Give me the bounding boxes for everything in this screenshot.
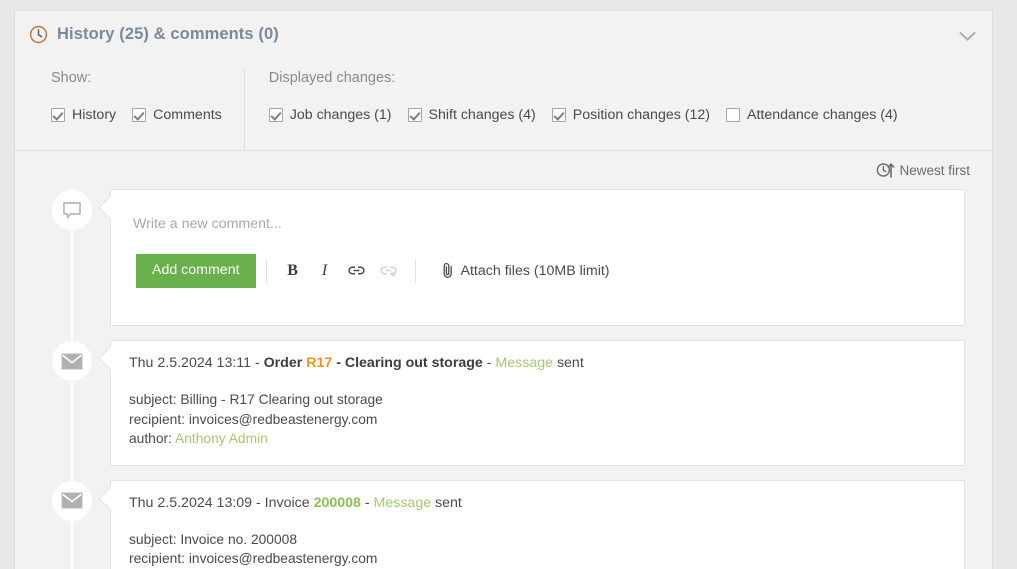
checkbox-job-changes-label: Job changes (1)	[289, 107, 392, 123]
checkbox-shift-changes-label: Shift changes (4)	[428, 107, 536, 123]
entry-message-link[interactable]: Message	[374, 495, 432, 511]
entry-timestamp: Thu 2.5.2024 13:09	[129, 494, 253, 511]
toolbar-divider-2	[414, 258, 416, 283]
entry-author-line: author: Anthony Admin	[129, 429, 946, 449]
checkbox-history-label: History	[72, 107, 117, 123]
checkbox-shift-changes-box[interactable]	[407, 108, 422, 122]
checkbox-comments[interactable]: Comments	[132, 107, 222, 123]
attach-files-button[interactable]: Attach files (10MB limit)	[442, 262, 610, 279]
sort-order-label: Newest first	[899, 162, 970, 178]
checkbox-comments-label: Comments	[153, 107, 222, 123]
displayed-changes-filter-group: Displayed changes: Job changes (1) Shift…	[243, 70, 992, 150]
comment-composer-row: Write a new comment... Add comment B I A…	[15, 189, 992, 326]
page-title: History (25) & comments (0)	[57, 25, 279, 43]
entry-sep-2: -	[360, 494, 374, 511]
entry-reference-link[interactable]: 200008	[314, 495, 361, 511]
history-entry-row: Thu 2.5.2024 13:09 - Invoice 200008 - Me…	[15, 479, 992, 569]
envelope-icon	[61, 492, 83, 509]
entry-kind: Invoice	[264, 494, 310, 511]
entry-subject-line: subject: Invoice no. 200008	[129, 530, 946, 550]
comment-bubble-bullet	[52, 190, 92, 230]
checkbox-history[interactable]: History	[51, 107, 116, 123]
checkbox-position-changes-box[interactable]	[551, 108, 566, 122]
comment-input[interactable]: Write a new comment...	[111, 190, 964, 232]
clock-arrow-up-icon	[877, 163, 895, 178]
history-entry-body: subject: Billing - R17 Clearing out stor…	[129, 390, 946, 449]
comment-editor-toolbar: Add comment B I Attach files (10MB limit…	[111, 232, 964, 310]
bold-button[interactable]: B	[280, 259, 306, 283]
history-entry-body: subject: Invoice no. 200008 recipient: i…	[129, 530, 946, 569]
add-comment-button[interactable]: Add comment	[136, 254, 256, 288]
checkbox-attendance-changes[interactable]: Attendance changes (4)	[726, 107, 898, 123]
attach-files-label: Attach files (10MB limit)	[460, 262, 610, 279]
checkbox-attendance-changes-box[interactable]	[726, 108, 740, 122]
unlink-button[interactable]	[376, 259, 402, 283]
entry-sep-2: -	[482, 355, 496, 371]
unlink-icon	[380, 266, 397, 277]
checkbox-attendance-changes-label: Attendance changes (4)	[747, 107, 898, 123]
entry-suffix: sent	[553, 355, 584, 371]
checkbox-position-changes-label: Position changes (12)	[572, 107, 710, 123]
entry-recipient-line: recipient: invoices@redbeastenergy.com	[129, 549, 946, 569]
entry-title: - Clearing out storage	[332, 355, 483, 371]
clock-icon	[29, 25, 48, 44]
comment-composer-card: Write a new comment... Add comment B I A…	[110, 189, 965, 326]
entry-subject-value: Invoice no. 200008	[180, 531, 297, 547]
displayed-changes-checkbox-list: Job changes (1) Shift changes (4) Positi…	[268, 107, 970, 123]
checkbox-job-changes[interactable]: Job changes (1)	[268, 107, 392, 123]
checkbox-history-box[interactable]	[51, 108, 65, 122]
show-filter-group: Show: History Comments	[15, 70, 244, 150]
toolbar-divider-1	[265, 258, 267, 283]
comment-bubble-icon	[63, 201, 81, 218]
paperclip-icon	[443, 263, 452, 279]
entry-sep-1: -	[252, 494, 265, 511]
entry-kind: Order	[263, 355, 303, 371]
show-filter-label: Show:	[51, 70, 92, 86]
entry-author-label: author:	[129, 431, 176, 447]
displayed-changes-label: Displayed changes:	[268, 70, 396, 86]
history-comments-panel: History (25) & comments (0) Show: Histor…	[14, 10, 993, 569]
history-entry-header: Thu 2.5.2024 13:09 - Invoice 200008 - Me…	[129, 494, 946, 513]
history-entry-card: Thu 2.5.2024 13:09 - Invoice 200008 - Me…	[110, 479, 965, 569]
checkbox-job-changes-box[interactable]	[268, 108, 283, 122]
envelope-icon	[61, 353, 83, 369]
entry-author-link[interactable]: Anthony Admin	[175, 431, 268, 446]
envelope-bullet	[52, 480, 92, 521]
entry-recipient-value: invoices@redbeastenergy.com	[188, 411, 378, 427]
entry-recipient-label: recipient:	[129, 551, 189, 567]
link-button[interactable]	[344, 259, 370, 283]
history-timeline: Write a new comment... Add comment B I A…	[15, 189, 992, 569]
entry-reference-link[interactable]: R17	[306, 355, 332, 371]
entry-subject-label: subject:	[129, 531, 181, 547]
chevron-down-icon	[959, 31, 975, 41]
checkbox-comments-box[interactable]	[132, 108, 147, 122]
entry-subject-line: subject: Billing - R17 Clearing out stor…	[129, 390, 946, 410]
italic-button[interactable]: I	[312, 259, 338, 283]
sort-row: Newest first	[15, 150, 992, 189]
entry-subject-label: subject:	[129, 392, 181, 408]
history-entry-card: Thu 2.5.2024 13:11 - Order R17 - Clearin…	[110, 340, 965, 466]
entry-sep-1: -	[251, 355, 264, 371]
entry-recipient-label: recipient:	[129, 411, 189, 427]
envelope-bullet	[52, 341, 92, 381]
filter-bar: Show: History Comments Displayed changes…	[15, 58, 992, 150]
history-entry-row: Thu 2.5.2024 13:11 - Order R17 - Clearin…	[15, 340, 992, 466]
sort-order-toggle[interactable]: Newest first	[876, 162, 970, 178]
entry-recipient-line: recipient: invoices@redbeastenergy.com	[129, 410, 946, 430]
checkbox-position-changes[interactable]: Position changes (12)	[551, 107, 710, 123]
show-checkbox-list: History Comments	[51, 107, 222, 123]
collapse-panel-button[interactable]	[954, 25, 980, 47]
history-entry-header: Thu 2.5.2024 13:11 - Order R17 - Clearin…	[129, 354, 946, 373]
page-root: History (25) & comments (0) Show: Histor…	[0, 0, 1017, 569]
entry-recipient-value: invoices@redbeastenergy.com	[188, 551, 378, 567]
entry-subject-value: Billing - R17 Clearing out storage	[180, 392, 383, 408]
entry-suffix: sent	[431, 494, 462, 511]
link-icon	[348, 266, 365, 275]
entry-timestamp: Thu 2.5.2024 13:11	[129, 355, 252, 371]
checkbox-shift-changes[interactable]: Shift changes (4)	[407, 107, 536, 123]
entry-message-link[interactable]: Message	[495, 355, 553, 371]
panel-header: History (25) & comments (0)	[15, 11, 992, 58]
